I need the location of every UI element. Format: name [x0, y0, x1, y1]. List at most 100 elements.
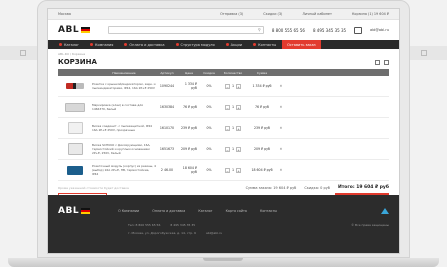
nav-dot-icon — [59, 43, 62, 46]
footer-links: О Компании Оплата и доставка Каталог Кар… — [118, 209, 289, 213]
product-image[interactable] — [67, 122, 83, 134]
cart-summary-link[interactable]: Корзина (1) 19 604 ₽ — [342, 12, 399, 16]
screen: Москва Отправка (3) Скидки (3) Личный ка… — [47, 8, 400, 254]
footer-link-catalog[interactable]: Каталог — [198, 209, 212, 213]
top-bar: Москва Отправка (3) Скидки (3) Личный ка… — [48, 9, 399, 20]
main-nav: Каталог Компания Оплата и доставка Струк… — [48, 40, 399, 49]
product-name[interactable]: Розетка с крышкой/индикатором, задн. и п… — [92, 82, 156, 90]
nav-label: Оплата и доставка — [129, 42, 165, 47]
qty-value[interactable]: 1 — [232, 84, 234, 88]
nav-dot-icon — [90, 43, 94, 46]
delivery-note: Кроме указанной стоимости будет доставка — [58, 185, 129, 190]
mail-icon[interactable] — [354, 26, 363, 34]
product-sku: 1090244 — [159, 84, 175, 88]
clear-cart-icon[interactable] — [384, 59, 389, 65]
product-name[interactable]: Розеточный модуль (корпус) из резины, 4 … — [92, 164, 156, 176]
product-sum: 239 ₽ руб — [253, 126, 270, 130]
product-price: 1 334 ₽ руб — [184, 82, 197, 90]
plus-button[interactable]: + — [236, 146, 242, 152]
nav-item-payment[interactable]: Оплата и доставка — [119, 40, 169, 49]
search-input[interactable]: ⚲ — [108, 26, 264, 34]
nav-item-structure[interactable]: Структура модуля — [171, 40, 220, 49]
footer-link-sitemap[interactable]: Карта сайта — [226, 209, 247, 213]
shipping-link[interactable]: Отправка (3) — [210, 12, 253, 16]
col-name: Наименование — [112, 70, 136, 75]
product-price: 239 ₽ руб — [180, 126, 197, 130]
discounts-link[interactable]: Скидки (3) — [253, 12, 292, 16]
nav-item-company[interactable]: Компания — [85, 40, 118, 49]
footer-link-payment[interactable]: Оплата и доставка — [152, 209, 185, 213]
footer-phone-2[interactable]: 8 495 345 35 35 — [170, 223, 195, 227]
logo-text: ABL — [58, 25, 80, 35]
total-value: Итого: 19 604 ₽ руб — [337, 185, 389, 190]
footer-link-contacts[interactable]: Контакты — [260, 209, 277, 213]
col-qty: Количество — [223, 70, 243, 75]
product-name[interactable]: Вилка соединит. с пылезащитной, IP44 16А… — [92, 124, 156, 132]
account-link[interactable]: Личный кабинет — [292, 12, 342, 16]
product-sku: 2 46.00 — [160, 168, 174, 172]
qty-value[interactable]: 1 — [232, 105, 234, 109]
email-link[interactable]: abl@abl.ru — [370, 28, 389, 32]
phone-1[interactable]: 8 800 555 65 56 — [272, 28, 305, 33]
footer-phone-1[interactable]: Тел: 8 800 555 65 56 — [128, 223, 160, 227]
phone-2[interactable]: 8 495 345 35 35 — [313, 28, 346, 33]
nav-item-promos[interactable]: Акции — [221, 40, 247, 49]
product-image[interactable] — [66, 83, 84, 89]
quantity-stepper: −1 + — [218, 125, 248, 131]
plus-button[interactable]: + — [236, 104, 242, 110]
product-sku: 1651673 — [159, 147, 175, 151]
qty-value[interactable]: 1 — [232, 126, 234, 130]
flag-icon — [81, 208, 91, 214]
nav-item-catalog[interactable]: Каталог — [54, 40, 84, 49]
footer-email[interactable]: abl@abl.ru — [206, 231, 222, 235]
qty-value[interactable]: 1 — [232, 147, 234, 151]
product-image[interactable] — [65, 102, 85, 112]
table-row: Маркировка (клеи) в составе для 1466370,… — [58, 97, 389, 118]
laptop-notch — [203, 258, 243, 261]
table-header: Наименование Артикул Цена Скидка Количес… — [58, 69, 389, 76]
footer-contacts: Тел: 8 800 555 65 56 8 495 345 35 35 © В… — [48, 221, 399, 229]
nav-item-contacts[interactable]: Контакты — [248, 40, 281, 49]
breadcrumb[interactable]: ABL.RU / Корзина — [48, 49, 399, 56]
scroll-top-icon[interactable] — [381, 208, 389, 214]
plus-button[interactable]: + — [236, 83, 242, 89]
product-name[interactable]: Маркировка (клеи) в составе для 1466370,… — [92, 103, 156, 111]
product-image[interactable] — [67, 165, 83, 175]
remove-icon[interactable]: ✕ — [276, 84, 286, 88]
logo[interactable]: ABL — [58, 25, 91, 35]
minus-button[interactable]: − — [224, 83, 230, 89]
print-icon[interactable] — [375, 59, 380, 65]
product-sum: 76 ₽ руб — [255, 105, 269, 109]
plus-button[interactable]: + — [236, 167, 242, 173]
title-row: КОРЗИНА — [48, 56, 399, 66]
footer-address: г. Москва, ул. Дорогобужская, д. 14, стр… — [128, 231, 196, 235]
table-row: Розетка с крышкой/индикатором, задн. и п… — [58, 76, 389, 97]
remove-icon[interactable]: ✕ — [276, 126, 286, 130]
flag-icon — [81, 27, 91, 33]
search-icon[interactable]: ⚲ — [258, 27, 261, 33]
product-image[interactable] — [67, 143, 83, 155]
nav-label: Структура модуля — [180, 42, 215, 47]
minus-button[interactable]: − — [224, 104, 230, 110]
minus-button[interactable]: − — [224, 125, 230, 131]
qty-value[interactable]: 1 — [232, 168, 234, 172]
minus-button[interactable]: − — [224, 167, 230, 173]
col-sku: Артикул — [160, 70, 174, 75]
product-name[interactable]: Вилка SCHUKO с фиксирующими, 16А, термос… — [92, 143, 156, 155]
product-sum: 209 ₽ руб — [253, 147, 270, 151]
plus-button[interactable]: + — [236, 125, 242, 131]
city-link[interactable]: Москва — [48, 12, 81, 16]
table-row: Розеточный модуль (корпус) из резины, 4 … — [58, 160, 389, 181]
quantity-stepper: −1 + — [218, 146, 248, 152]
footer-rights: © Все права защищены — [351, 223, 389, 227]
cart-totals: Кроме указанной стоимости будет доставка… — [48, 181, 399, 190]
minus-button[interactable]: − — [224, 146, 230, 152]
product-discount: 0% — [206, 168, 212, 172]
nav-item-order[interactable]: Оставить заказ — [282, 40, 321, 49]
remove-icon[interactable]: ✕ — [276, 105, 286, 109]
remove-icon[interactable]: ✕ — [276, 147, 286, 151]
footer-logo[interactable]: ABL — [58, 206, 91, 216]
col-sum: Сумма — [256, 70, 268, 75]
remove-icon[interactable]: ✕ — [276, 168, 286, 172]
footer-link-company[interactable]: О Компании — [118, 209, 139, 213]
